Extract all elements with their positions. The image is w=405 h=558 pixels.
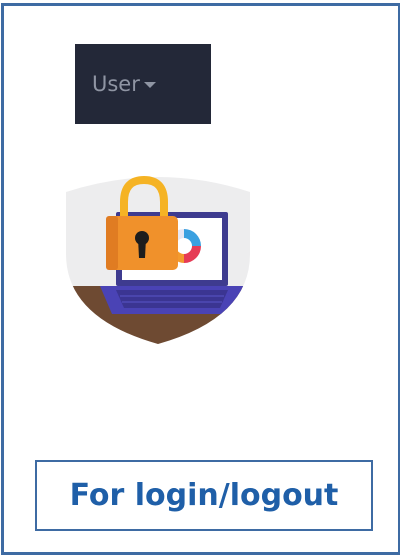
user-menu-label: User [92, 72, 140, 96]
caret-down-icon [143, 82, 156, 88]
user-menu-button[interactable]: User [75, 44, 211, 124]
caption-text: For login/logout [69, 478, 339, 513]
caption-box: For login/logout [35, 460, 373, 531]
padlock-laptop-security-icon [66, 175, 250, 344]
